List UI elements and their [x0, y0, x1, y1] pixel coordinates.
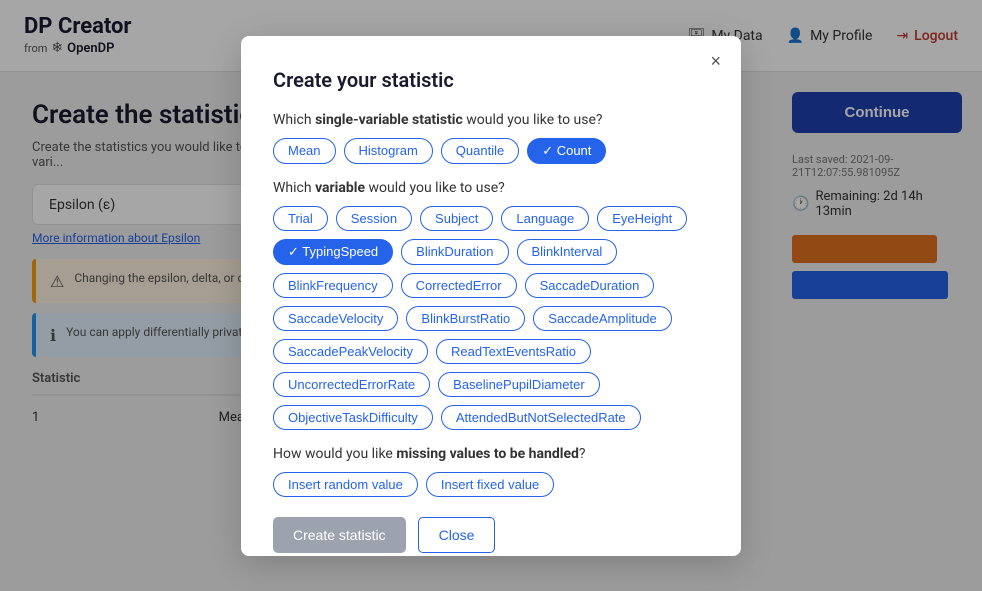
var-pill-saccadeduration[interactable]: SaccadeDuration — [525, 273, 655, 298]
var-pill-objectivetaskdifficulty[interactable]: ObjectiveTaskDifficulty — [273, 405, 433, 430]
variable-q-pre: Which — [273, 180, 315, 196]
modal-overlay: × Create your statistic Which single-var… — [0, 0, 982, 591]
modal-close-button[interactable]: × — [710, 52, 721, 70]
stat-pill-mean[interactable]: Mean — [273, 138, 336, 164]
statistic-pills: Mean Histogram Quantile ✓ Count — [273, 138, 709, 164]
missing-q-pre: How would you like — [273, 446, 396, 462]
variable-pills: Trial Session Subject Language EyeHeight ✓ Ty… — [273, 206, 709, 430]
statistic-q-pre: Which — [273, 112, 315, 128]
missing-question: How would you like missing values to be … — [273, 446, 709, 462]
var-pill-subject[interactable]: Subject — [420, 206, 493, 231]
var-pill-blinkduration[interactable]: BlinkDuration — [401, 239, 508, 265]
statistic-q-bold: single-variable statistic — [315, 112, 463, 128]
var-pill-correctederror[interactable]: CorrectedError — [401, 273, 517, 298]
var-pill-saccadevelocity[interactable]: SaccadeVelocity — [273, 306, 398, 331]
missing-q-bold: missing values to be handled — [396, 446, 579, 462]
statistic-q-end: would you like to use? — [463, 112, 603, 128]
missing-q-end: ? — [579, 446, 586, 462]
var-pill-blinkfrequency[interactable]: BlinkFrequency — [273, 273, 393, 298]
variable-q-bold: variable — [315, 180, 365, 196]
var-pill-saccadeamplitude[interactable]: SaccadeAmplitude — [533, 306, 671, 331]
statistic-question: Which single-variable statistic would yo… — [273, 112, 709, 128]
var-pill-uncorrectederrorrate[interactable]: UncorrectedErrorRate — [273, 372, 430, 397]
missing-pill-insert-random-value[interactable]: Insert random value — [273, 472, 418, 497]
var-pill-saccadepeakvelocity[interactable]: SaccadePeakVelocity — [273, 339, 428, 364]
var-pill-blinkburstratio[interactable]: BlinkBurstRatio — [406, 306, 525, 331]
var-pill-language[interactable]: Language — [501, 206, 589, 231]
create-statistic-modal: × Create your statistic Which single-var… — [241, 36, 741, 556]
variable-question: Which variable would you like to use? — [273, 180, 709, 196]
var-pill-attendedbutnotselectedrate[interactable]: AttendedButNotSelectedRate — [441, 405, 641, 430]
var-pill-readtexteventsratio[interactable]: ReadTextEventsRatio — [436, 339, 591, 364]
variable-q-end: would you like to use? — [365, 180, 505, 196]
missing-pill-insert-fixed-value[interactable]: Insert fixed value — [426, 472, 554, 497]
var-pill-trial[interactable]: Trial — [273, 206, 328, 231]
modal-actions: Create statistic Close — [273, 517, 709, 553]
modal-title: Create your statistic — [273, 68, 709, 92]
var-pill-blinkinterval[interactable]: BlinkInterval — [517, 239, 618, 265]
stat-pill-quantile[interactable]: Quantile — [441, 138, 519, 164]
missing-pills: Insert random value Insert fixed value — [273, 472, 709, 497]
stat-pill-histogram[interactable]: Histogram — [344, 138, 433, 164]
var-pill-session[interactable]: Session — [336, 206, 412, 231]
stat-pill-count[interactable]: ✓ Count — [527, 138, 606, 164]
var-pill-baselinepupildiameter[interactable]: BaselinePupilDiameter — [438, 372, 600, 397]
close-button[interactable]: Close — [418, 517, 496, 553]
var-pill-eyeheight[interactable]: EyeHeight — [597, 206, 687, 231]
var-pill-typingspeed[interactable]: ✓ TypingSpeed — [273, 239, 393, 265]
create-statistic-button[interactable]: Create statistic — [273, 517, 406, 553]
